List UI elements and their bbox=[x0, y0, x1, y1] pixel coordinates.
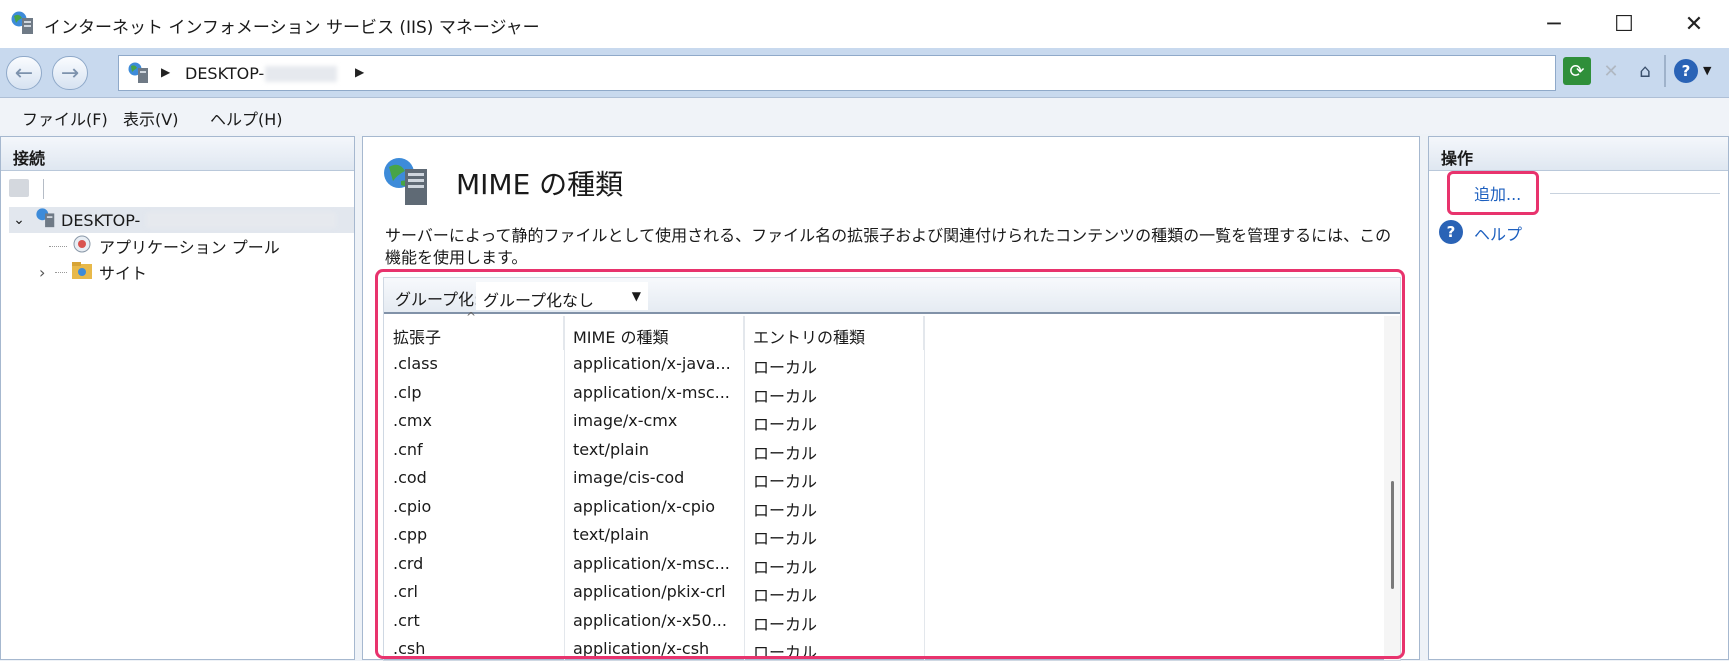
chevron-down-icon[interactable]: ⌄ bbox=[9, 212, 29, 228]
connections-header: 接続 bbox=[1, 137, 354, 171]
chevron-down-icon[interactable]: ▼ bbox=[1703, 64, 1711, 77]
menu-view[interactable]: 表示(V) bbox=[123, 106, 178, 130]
connections-pane: 接続 ⌄ DESKTOP- アプリケーション プール › サイト bbox=[0, 136, 355, 660]
address-field[interactable]: ▶ DESKTOP- ▶ bbox=[118, 55, 1556, 91]
connections-toolbar bbox=[1, 171, 354, 205]
tree-label-server: DESKTOP- bbox=[61, 210, 141, 230]
actions-pane: 操作 追加... ? ヘルプ bbox=[1428, 136, 1729, 660]
app-pool-icon bbox=[71, 233, 93, 259]
connect-icon[interactable] bbox=[9, 179, 29, 197]
tree-node-sites[interactable]: › サイト bbox=[9, 259, 354, 285]
server-icon bbox=[127, 61, 151, 85]
connections-tree: ⌄ DESKTOP- アプリケーション プール › サイト bbox=[9, 207, 354, 285]
separator bbox=[1550, 193, 1720, 194]
mime-types-icon bbox=[381, 155, 433, 207]
highlight-box bbox=[1447, 171, 1539, 215]
maximize-button[interactable]: ☐ bbox=[1589, 0, 1659, 48]
menu-help[interactable]: ヘルプ(H) bbox=[210, 106, 283, 130]
toolbar-separator bbox=[1664, 55, 1666, 87]
highlight-box bbox=[375, 269, 1405, 659]
toolbar-separator bbox=[43, 179, 44, 199]
tree-label-app-pools: アプリケーション プール bbox=[99, 238, 280, 257]
sites-folder-icon bbox=[71, 260, 93, 284]
tree-line bbox=[49, 245, 67, 247]
minimize-button[interactable]: ─ bbox=[1519, 0, 1589, 48]
actions-header: 操作 bbox=[1429, 137, 1728, 171]
back-arrow-icon: ← bbox=[14, 60, 34, 86]
redacted-name bbox=[265, 66, 337, 82]
feature-pane: MIME の種類 サーバーによって静的ファイルとして使用される、ファイル名の拡張… bbox=[362, 136, 1420, 661]
close-button[interactable]: ✕ bbox=[1659, 0, 1729, 48]
breadcrumb-arrow-icon[interactable]: ▶ bbox=[355, 65, 364, 79]
help-icon[interactable]: ? bbox=[1674, 59, 1698, 83]
page-description: サーバーによって静的ファイルとして使用される、ファイル名の拡張子および関連付けら… bbox=[385, 226, 1392, 267]
redacted-name bbox=[146, 212, 337, 228]
breadcrumb-arrow-icon[interactable]: ▶ bbox=[161, 65, 170, 79]
tree-line bbox=[55, 271, 67, 273]
help-icon[interactable]: ? bbox=[1439, 220, 1463, 244]
page-title: MIME の種類 bbox=[456, 168, 624, 201]
menu-file[interactable]: ファイル(F) bbox=[22, 106, 108, 130]
forward-arrow-icon: → bbox=[60, 60, 80, 86]
breadcrumb-server[interactable]: DESKTOP- bbox=[185, 64, 264, 83]
window-title: インターネット インフォメーション サービス (IIS) マネージャー bbox=[44, 18, 540, 38]
tree-label-sites: サイト bbox=[99, 264, 148, 283]
menu-bar: ファイル(F) 表示(V) ヘルプ(H) bbox=[0, 98, 1729, 134]
help-action-link[interactable]: ヘルプ bbox=[1474, 221, 1522, 245]
refresh-icon[interactable]: ⟳ bbox=[1563, 57, 1591, 85]
forward-button[interactable]: → bbox=[52, 56, 88, 90]
stop-icon[interactable]: ✕ bbox=[1597, 57, 1625, 85]
server-icon bbox=[35, 207, 57, 233]
tree-node-app-pools[interactable]: アプリケーション プール bbox=[9, 233, 354, 259]
title-bar: インターネット インフォメーション サービス (IIS) マネージャー ─ ☐ … bbox=[0, 0, 1729, 48]
tree-node-server[interactable]: ⌄ DESKTOP- bbox=[9, 207, 354, 233]
address-bar: ← → ▶ DESKTOP- ▶ ⟳ ✕ ⌂ ? ▼ bbox=[0, 48, 1729, 98]
chevron-right-icon[interactable]: › bbox=[39, 263, 55, 282]
back-button[interactable]: ← bbox=[6, 56, 42, 90]
iis-app-icon bbox=[10, 10, 36, 36]
home-icon[interactable]: ⌂ bbox=[1631, 57, 1659, 85]
